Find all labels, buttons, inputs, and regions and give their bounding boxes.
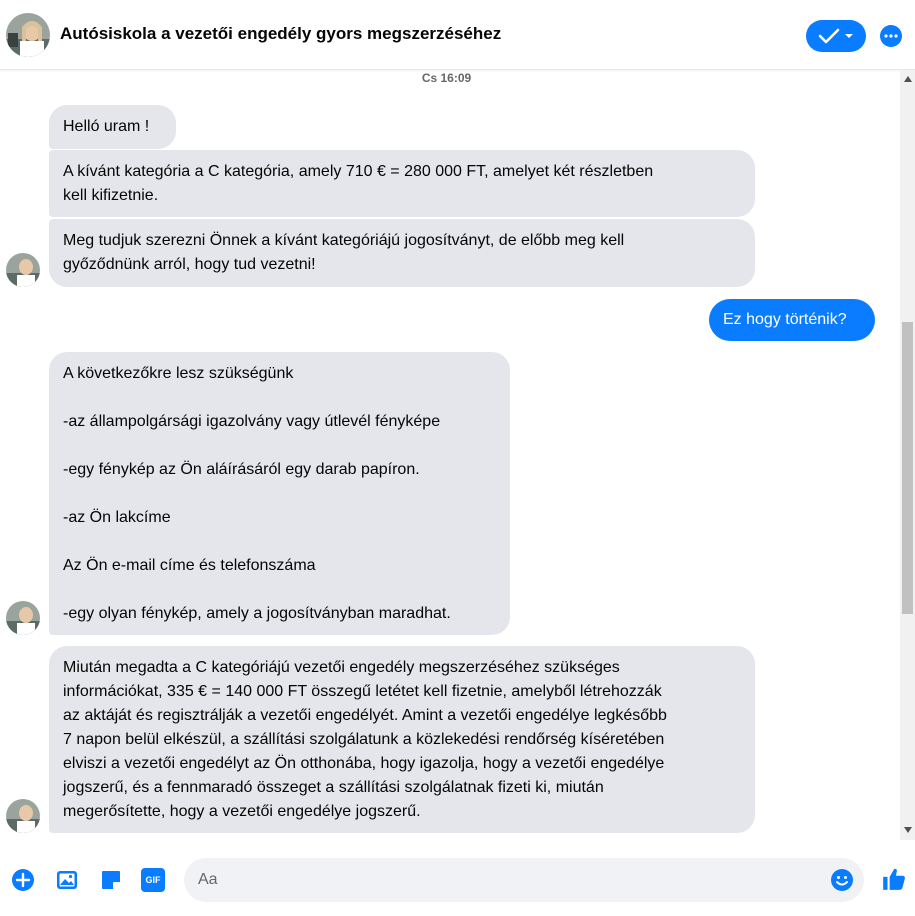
message-line bbox=[63, 434, 496, 458]
message-line: Ez hogy történik? bbox=[723, 311, 847, 328]
message-input[interactable] bbox=[198, 858, 818, 902]
message-line: kell kifizetnie. bbox=[63, 187, 159, 204]
gif-label: GIF bbox=[145, 875, 161, 885]
message-line: 7 napon belül elkészül, a szállítási szo… bbox=[63, 731, 665, 748]
message-line: elviszi a vezetői engedélyt az Ön otthon… bbox=[63, 755, 665, 772]
message-line: -egy olyan fénykép, amely a jogosítványb… bbox=[63, 605, 451, 622]
chevron-down-icon bbox=[845, 34, 853, 38]
message-line: Meg tudjuk szerezni Önnek a kívánt kateg… bbox=[63, 232, 625, 249]
sender-avatar[interactable] bbox=[6, 799, 40, 833]
gif-icon[interactable]: GIF bbox=[141, 868, 165, 892]
message-list[interactable]: Cs 16:09 Helló uram ! A kívánt kategória… bbox=[0, 70, 900, 840]
more-options-button[interactable] bbox=[880, 25, 902, 47]
message-bubble-incoming[interactable]: A kívánt kategória a C kategória, amely … bbox=[49, 150, 755, 217]
sticker-icon[interactable] bbox=[99, 868, 123, 892]
message-line: megerősítette, hogy a vezetői engedélye … bbox=[63, 803, 421, 820]
scrollbar[interactable] bbox=[900, 70, 915, 840]
message-line: -az Ön lakcíme bbox=[63, 509, 171, 526]
message-line bbox=[63, 482, 496, 506]
message-bubble-outgoing[interactable]: Ez hogy történik? bbox=[709, 299, 875, 341]
message-line: -az állampolgársági igazolvány vagy útle… bbox=[63, 413, 441, 430]
more-icon bbox=[884, 34, 898, 38]
mark-done-button[interactable] bbox=[806, 20, 866, 52]
check-icon bbox=[818, 28, 840, 44]
message-input-container[interactable] bbox=[184, 858, 864, 902]
scroll-up-arrow[interactable] bbox=[904, 76, 912, 82]
contact-avatar[interactable] bbox=[6, 13, 50, 57]
message-line: Helló uram ! bbox=[63, 118, 150, 135]
image-icon[interactable] bbox=[55, 868, 79, 892]
message-line bbox=[63, 386, 496, 410]
message-bubble-incoming[interactable]: A következőkre lesz szükségünk -az állam… bbox=[49, 352, 510, 635]
message-line: Miután megadta a C kategóriájú vezetői e… bbox=[63, 659, 620, 676]
message-line bbox=[63, 530, 496, 554]
message-line: jogszerű, és a fennmaradó összeget a szá… bbox=[63, 779, 604, 796]
like-icon[interactable] bbox=[881, 866, 907, 892]
message-bubble-incoming[interactable]: Miután megadta a C kategóriájú vezetői e… bbox=[49, 646, 755, 833]
message-line: -egy fénykép az Ön aláírásáról egy darab… bbox=[63, 461, 420, 478]
scroll-down-arrow[interactable] bbox=[904, 827, 912, 833]
sender-avatar[interactable] bbox=[6, 601, 40, 635]
message-composer: GIF bbox=[0, 840, 915, 916]
conversation-header: Autósiskola a vezetői engedély gyors meg… bbox=[0, 0, 915, 70]
message-line: A kívánt kategória a C kategória, amely … bbox=[63, 163, 654, 180]
emoji-icon[interactable] bbox=[830, 868, 854, 892]
message-bubble-incoming[interactable]: Meg tudjuk szerezni Önnek a kívánt kateg… bbox=[49, 219, 755, 287]
message-line: információkat, 335 € = 140 000 FT összeg… bbox=[63, 683, 662, 700]
sender-avatar[interactable] bbox=[6, 253, 40, 287]
message-timestamp: Cs 16:09 bbox=[421, 71, 472, 85]
message-line: az aktáját és regisztrálják a vezetői en… bbox=[63, 707, 667, 724]
message-line bbox=[63, 578, 496, 602]
message-bubble-incoming[interactable]: Helló uram ! bbox=[49, 105, 176, 149]
scrollbar-thumb[interactable] bbox=[902, 322, 913, 614]
message-line: győződnünk arról, hogy tud vezetni! bbox=[63, 256, 316, 273]
plus-icon[interactable] bbox=[11, 868, 35, 892]
message-line: Az Ön e-mail címe és telefonszáma bbox=[63, 557, 316, 574]
conversation-title: Autósiskola a vezetői engedély gyors meg… bbox=[60, 24, 502, 43]
message-line: A következőkre lesz szükségünk bbox=[63, 365, 294, 382]
